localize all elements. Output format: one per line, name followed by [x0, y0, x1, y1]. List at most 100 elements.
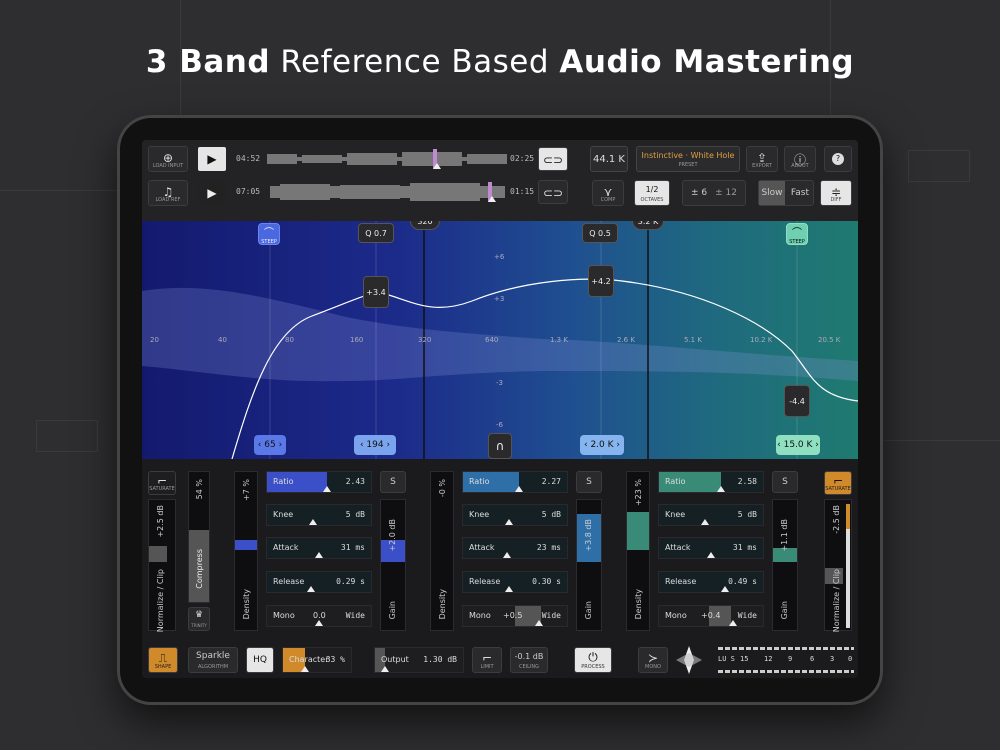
speed-toggle[interactable]: Slow Fast	[758, 180, 814, 206]
normalize-left-label: Normalize / Clip	[156, 569, 165, 633]
q-high[interactable]: Q 0.5	[582, 223, 618, 243]
db-label: -6	[496, 421, 503, 429]
db-label: -3	[496, 379, 503, 387]
load-input-button[interactable]: ⊕ LOAD INPUT	[148, 146, 188, 172]
freq-button-4[interactable]: ‹ 15.0 K ›	[776, 435, 820, 455]
play-ref-button[interactable]: ▶	[198, 181, 226, 205]
band1-ratio[interactable]: Ratio 2.43	[266, 471, 372, 493]
compress-label: Compress	[195, 549, 204, 589]
band1-knee[interactable]: Knee 5 dB	[266, 504, 372, 526]
freq-label: 1.3 K	[550, 336, 568, 344]
power-icon: ⏻	[588, 650, 598, 664]
sample-rate[interactable]: 44.1 K	[590, 146, 628, 172]
bg-line	[880, 440, 1000, 441]
band2-density-value: -0 %	[438, 479, 447, 498]
range-6[interactable]: ± 6	[691, 188, 707, 198]
speed-slow[interactable]: Slow	[759, 181, 785, 205]
band3-solo-button[interactable]: S	[772, 471, 798, 493]
octaves-button[interactable]: 1/2 OCTAVES	[634, 180, 670, 206]
band2-gain-value: +3.8 dB	[584, 519, 593, 552]
db-label: +3	[494, 295, 505, 303]
gain-handle-low[interactable]: +3.4	[363, 276, 389, 308]
freq-button-2[interactable]: ‹ 194 ›	[354, 435, 396, 455]
loop-icon: ⊂⊃	[542, 186, 564, 200]
input-waveform[interactable]	[267, 149, 507, 169]
bg-box	[36, 420, 98, 452]
band2-density-label: Density	[438, 589, 447, 620]
export-button[interactable]: ⇪ EXPORT	[746, 146, 778, 172]
diff-button[interactable]: ≑ DIFF	[820, 180, 852, 206]
crossover-high[interactable]: 3.2 K	[632, 221, 664, 230]
band1-density-value: +7 %	[242, 479, 251, 501]
band1-attack[interactable]: Attack 31 ms	[266, 537, 372, 559]
band1-mono-wide[interactable]: Mono 0.0 Wide	[266, 605, 372, 627]
band1-gain-label: Gain	[388, 601, 397, 620]
eq-display[interactable]: +6 +3 -3 -6 20 40 80 160 320 640 1.3 K 2…	[142, 221, 858, 459]
mono-button[interactable]: ≻ MONO	[638, 647, 668, 673]
band1-release[interactable]: Release 0.29 s	[266, 571, 372, 593]
ref-waveform[interactable]	[270, 182, 505, 202]
range-12[interactable]: ± 12	[715, 188, 737, 198]
limit-icon: ⌐	[481, 651, 493, 665]
band3-knee[interactable]: Knee 5 dB	[658, 504, 764, 526]
character-slider[interactable]: Character 33 %	[282, 647, 352, 673]
freq-label: 2.6 K	[617, 336, 635, 344]
input-time-end: 02:25	[510, 154, 535, 163]
range-toggle[interactable]: ± 6 ± 12	[682, 180, 746, 206]
saturate-left-button[interactable]: ⌐ SATURATE	[148, 471, 176, 495]
output-slider[interactable]: Output 1.30 dB	[374, 647, 464, 673]
load-ref-button[interactable]: ♫ LOAD REF	[148, 180, 188, 206]
loop-ref-button[interactable]: ⊂⊃	[538, 180, 568, 204]
compress-pct: 54 %	[195, 479, 204, 500]
algorithm-selector[interactable]: Sparkle ALGORITHM	[188, 647, 238, 673]
loudness-meter: LU S 15 12 9 6 3 0	[718, 647, 854, 673]
speed-fast[interactable]: Fast	[791, 188, 809, 198]
band3-ratio[interactable]: Ratio 2.58	[658, 471, 764, 493]
ceiling-control[interactable]: -0.1 dB CEILING	[510, 647, 548, 673]
gain-handle-mid[interactable]: +4.2	[588, 265, 614, 297]
slope-icon: ⌒	[264, 228, 274, 239]
freq-label: 320	[418, 336, 432, 344]
loop-input-button[interactable]: ⊂⊃	[538, 147, 568, 171]
saturate-right-button[interactable]: ⌐ SATURATE	[824, 471, 852, 495]
logo-icon	[676, 646, 702, 674]
freq-label: 10.2 K	[750, 336, 773, 344]
trinity-button[interactable]: ♛ TRINITY	[188, 607, 210, 631]
band2-release[interactable]: Release 0.30 s	[462, 571, 568, 593]
freq-label: 160	[350, 336, 364, 344]
about-button[interactable]: ⓘ ABOUT	[784, 146, 816, 172]
freq-button-3[interactable]: ‹ 2.0 K ›	[580, 435, 624, 455]
high-steep-button[interactable]: ⌒ STEEP	[786, 223, 808, 245]
transport-bar: ⊕ LOAD INPUT ▶ 04:52 02:25 ⊂⊃ ♫ LOAD REF…	[142, 140, 858, 222]
crossover-low[interactable]: 320	[410, 221, 440, 230]
slope-icon: ⌒	[792, 228, 802, 239]
band2-knee[interactable]: Knee 5 dB	[462, 504, 568, 526]
band2-solo-button[interactable]: S	[576, 471, 602, 493]
process-button[interactable]: ⏻ PROCESS	[574, 647, 612, 673]
play-input-button[interactable]: ▶	[198, 147, 226, 171]
band2-mono-wide[interactable]: Mono +0.5 Wide	[462, 605, 568, 627]
db-label: +6	[494, 253, 505, 261]
band3-mono-wide[interactable]: Mono +0.4 Wide	[658, 605, 764, 627]
limit-button[interactable]: ⌐ LIMIT	[472, 647, 502, 673]
low-steep-button[interactable]: ⌒ STEEP	[258, 223, 280, 245]
band1-gain-value: +2.0 dB	[388, 519, 397, 552]
trinity-icon: ♛	[194, 610, 204, 620]
band2-ratio[interactable]: Ratio 2.27	[462, 471, 568, 493]
help-button[interactable]: ?	[824, 146, 852, 172]
q-low[interactable]: Q 0.7	[358, 223, 394, 243]
freq-button-1[interactable]: ‹ 65 ›	[254, 435, 286, 455]
preset-selector[interactable]: Instinctive · White Hole PRESET	[636, 146, 740, 172]
hq-button[interactable]: HQ	[246, 647, 274, 673]
band2-attack[interactable]: Attack 23 ms	[462, 537, 568, 559]
band3-attack[interactable]: Attack 31 ms	[658, 537, 764, 559]
band1-solo-button[interactable]: S	[380, 471, 406, 493]
gain-handle-high[interactable]: -4.4	[784, 385, 810, 417]
bell-shape-button[interactable]: ∩	[488, 433, 512, 459]
shape-button[interactable]: ⎍ SHAPE	[148, 647, 178, 673]
comp-button[interactable]: ⋎ COMP	[592, 180, 624, 206]
band2-gain-label: Gain	[584, 601, 593, 620]
mono-icon: ≻	[647, 651, 659, 665]
band3-gain-label: Gain	[780, 601, 789, 620]
band3-release[interactable]: Release 0.49 s	[658, 571, 764, 593]
